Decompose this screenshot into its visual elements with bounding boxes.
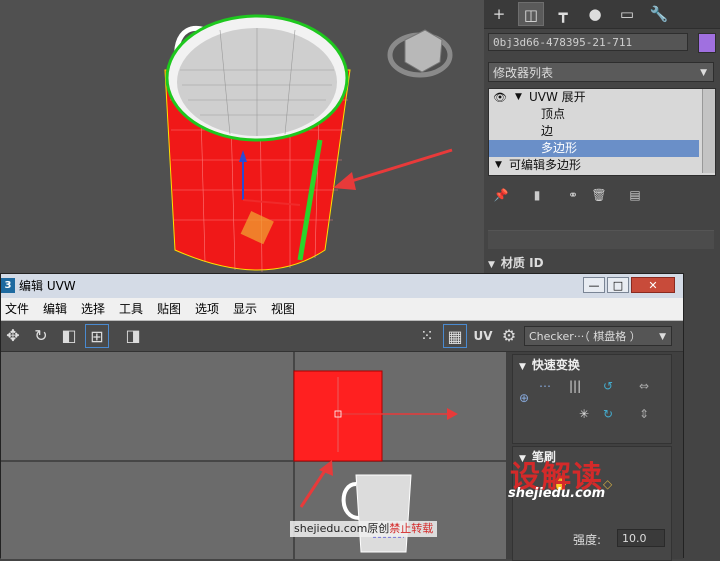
settings-gear-icon[interactable]: ⚙ [497,324,521,348]
strength-spinner[interactable]: 10.0 [617,529,665,547]
rollout-title-label: 材质 ID [500,256,544,270]
command-panel-tabs: + ◫ ┳ ● ▭ 🔧 [484,0,720,29]
checker-dropdown[interactable]: Checker···（ 棋盘格 ） ▼ [524,326,672,346]
stack-item-label: 可编辑多边形 [509,158,582,172]
hierarchy-icon[interactable]: ┳ [550,2,576,26]
strength-label: 强度: [573,533,602,547]
window-title: 编辑 UVW [19,279,76,293]
close-button[interactable]: ✕ [631,277,675,293]
chevron-down-icon: ▼ [659,332,666,342]
rollout-collapse-icon: ▼ [519,362,526,372]
menu-display[interactable]: 显示 [233,298,257,320]
scale-icon[interactable]: ◧ [57,324,81,348]
flip-h-icon[interactable]: ⇔ [639,379,649,393]
uv-toggle[interactable]: UV [471,324,495,348]
menu-options[interactable]: 选项 [195,298,219,320]
stack-toolbar: 📌 ▮ ⚭ 🗑 ▤ [488,184,714,208]
flip-v-icon[interactable]: ⇕ [639,407,649,421]
stack-item-editable-poly[interactable]: ▼ 可编辑多边形 [489,157,699,174]
menu-bar: 文件 编辑 选择 工具 贴图 选项 显示 视图 [1,298,683,321]
object-name-field[interactable]: 0bj3d66-478395-21-711 [488,33,688,51]
chevron-down-icon: ▼ [700,68,707,78]
relax-icon[interactable]: ✳ [579,407,589,421]
stack-item-label: UVW 展开 [529,90,586,104]
modify-icon[interactable]: ◫ [518,2,544,26]
expand-arrow-icon[interactable]: ▼ [515,89,522,106]
freeform-icon[interactable]: ⊞ [85,324,109,348]
menu-mapping[interactable]: 贴图 [157,298,181,320]
mirror-icon[interactable]: ◨ [121,324,145,348]
remove-modifier-icon[interactable]: 🗑 [590,186,608,204]
material-id-rollout[interactable]: ▼ 材质 ID [488,252,714,274]
modifier-list-dropdown[interactable]: 修改器列表 ▼ [488,62,714,82]
checker-label: Checker···（ 棋盘格 ） [529,330,641,343]
configure-sets-icon[interactable]: ▤ [626,186,644,204]
motion-icon[interactable]: ● [582,2,608,26]
utilities-icon[interactable]: 🔧 [646,2,672,26]
watermark-site: shejiedu.com [508,486,606,501]
stack-item-label: 边 [541,124,554,138]
expand-arrow-icon[interactable]: ▼ [495,157,502,174]
menu-file[interactable]: 文件 [5,298,29,320]
uvw-toolbar: ✥ ↻ ◧ ⊞ ◨ ⁙ ▦ UV ⚙ Checker···（ 棋盘格 ） ▼ [1,321,683,352]
menu-select[interactable]: 选择 [81,298,105,320]
viewport-perspective[interactable] [0,0,484,280]
make-unique-icon[interactable]: ⚭ [564,186,582,204]
rotate-icon[interactable]: ↻ [29,324,53,348]
modifier-list-label: 修改器列表 [493,66,554,80]
stack-item-label: 顶点 [541,107,566,121]
checker-map-icon[interactable]: ▦ [443,324,467,348]
watermark-bottom-text: shejiedu.com原创 [294,522,390,535]
menu-edit[interactable]: 编辑 [43,298,67,320]
watermark-bottom: shejiedu.com原创禁止转载 [290,521,438,537]
stack-scrollbar[interactable] [702,89,715,173]
eye-icon[interactable]: 👁 [493,89,507,106]
stack-item-label: 多边形 [541,141,578,155]
menu-view[interactable]: 视图 [271,298,295,320]
viewport-scene [164,14,453,273]
stack-item-uvw-unwrap[interactable]: 👁 ▼ UVW 展开 [489,89,699,106]
show-map-icon[interactable]: ⁙ [415,324,439,348]
menu-tools[interactable]: 工具 [119,298,143,320]
modifier-stack[interactable]: 👁 ▼ UVW 展开 顶点 边 多边形 ▼ 可编辑多边形 [488,88,716,176]
rotate-ccw-icon[interactable]: ↺ [603,379,613,393]
edit-uvw-window: 3 编辑 UVW — □ ✕ 文件 编辑 选择 工具 贴图 选项 显示 视图 ✥… [0,273,684,561]
stack-item-polygon[interactable]: 多边形 [489,140,699,157]
quick-transform-title[interactable]: ▼ 快速变换 [519,355,580,375]
app-icon: 3 [1,278,15,293]
pin-stack-icon[interactable]: 📌 [492,186,510,204]
move-icon[interactable]: ✥ [1,324,25,348]
object-color-swatch[interactable] [698,33,716,53]
maximize-button[interactable]: □ [607,277,629,293]
display-icon[interactable]: ▭ [614,2,640,26]
quick-transform-panel: ▼ 快速变换 ⊕ ⋯ ||| ↺ ✳ ↻ ⇔ ⇕ [512,354,672,444]
show-end-result-icon[interactable]: ▮ [528,186,546,204]
rollout-divider [488,230,714,249]
stack-item-vertex[interactable]: 顶点 [489,106,699,123]
rotate-cw-icon[interactable]: ↻ [603,407,613,421]
align-icon[interactable]: ⊕ [519,391,529,405]
watermark-bottom-red: 禁止转载 [389,522,434,535]
align-horizontal-icon[interactable]: ⋯ [539,379,551,393]
rollout-collapse-icon: ▼ [488,260,495,270]
edit-uvw-titlebar[interactable]: 3 编辑 UVW — □ ✕ [1,274,683,298]
create-icon[interactable]: + [486,2,512,26]
stack-item-edge[interactable]: 边 [489,123,699,140]
space-vertical-icon[interactable]: ||| [569,379,581,393]
minimize-button[interactable]: — [583,277,605,293]
quick-transform-label: 快速变换 [531,358,580,372]
